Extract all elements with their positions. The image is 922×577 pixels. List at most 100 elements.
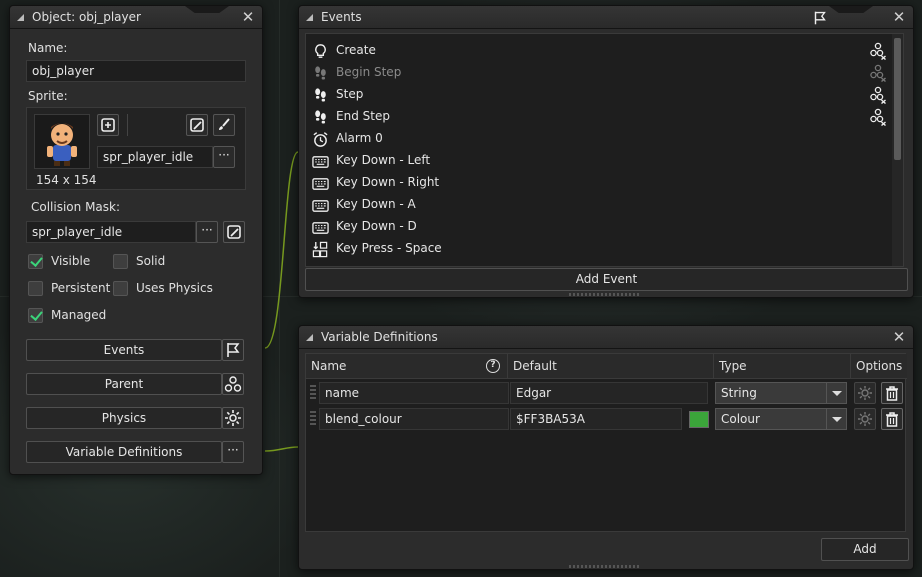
physics-settings-button[interactable] xyxy=(222,407,244,429)
event-item[interactable]: Key Press - Space xyxy=(306,238,889,260)
key-press-icon xyxy=(312,241,329,258)
footsteps-icon xyxy=(312,109,329,126)
edit-image-icon xyxy=(227,225,241,239)
variables-table: Name ? Default Type Options name Edgar S… xyxy=(305,353,907,532)
divider xyxy=(127,114,128,136)
managed-label: Managed xyxy=(51,308,107,322)
event-label: Key Down - D xyxy=(336,219,417,233)
close-icon[interactable]: ✕ xyxy=(241,9,255,25)
inherit-event-icon[interactable] xyxy=(869,86,887,105)
event-item[interactable]: Step xyxy=(306,84,889,106)
events-list[interactable]: Create Begin Step Step End Step Alarm 0 Key D… xyxy=(305,33,904,267)
event-label: Key Press - Space xyxy=(336,241,442,255)
gear-icon xyxy=(858,412,872,426)
event-item[interactable]: Key Down - A xyxy=(306,194,889,216)
events-button[interactable]: Events xyxy=(26,339,222,361)
variable-type-value: String xyxy=(721,386,757,400)
events-scrollbar[interactable] xyxy=(892,34,903,266)
close-icon[interactable]: ✕ xyxy=(892,329,906,345)
variable-definitions-panel: Variable Definitions ✕ Name ? Default Ty… xyxy=(298,325,914,570)
edit-collision-mask-button[interactable] xyxy=(223,221,245,243)
event-label: Key Down - Left xyxy=(336,153,431,167)
collapse-icon[interactable] xyxy=(17,14,24,21)
name-label: Name: xyxy=(28,41,68,55)
flag-icon xyxy=(227,343,240,357)
new-sprite-button[interactable] xyxy=(97,114,119,136)
add-variable-button[interactable]: Add xyxy=(821,538,909,561)
column-header-options: Options xyxy=(851,354,907,379)
drag-handle-icon[interactable] xyxy=(310,411,316,425)
variable-default-field[interactable]: $FF3BA53A xyxy=(510,408,682,430)
footsteps-icon xyxy=(312,65,329,82)
variable-type-dropdown[interactable]: String xyxy=(715,382,847,404)
close-icon[interactable]: ✕ xyxy=(892,9,906,25)
delete-variable-button[interactable] xyxy=(881,408,903,430)
flag-icon[interactable] xyxy=(811,9,829,27)
event-item[interactable]: Key Down - D xyxy=(306,216,889,238)
inherit-event-icon[interactable] xyxy=(869,108,887,127)
parent-tree-button[interactable] xyxy=(222,373,244,395)
variable-definitions-menu-button[interactable]: ··· xyxy=(222,441,244,463)
new-sprite-icon xyxy=(101,118,115,132)
managed-checkbox[interactable] xyxy=(28,308,43,323)
event-item[interactable]: Begin Step xyxy=(306,62,889,84)
solid-checkbox[interactable] xyxy=(113,254,128,269)
event-item[interactable]: End Step xyxy=(306,106,889,128)
paint-sprite-button[interactable] xyxy=(213,114,235,136)
help-icon[interactable]: ? xyxy=(486,359,500,373)
chevron-down-icon[interactable] xyxy=(826,409,846,429)
edit-sprite-button[interactable] xyxy=(186,114,208,136)
visible-checkbox[interactable] xyxy=(28,254,43,269)
inherit-event-icon[interactable] xyxy=(869,42,887,61)
drag-handle-icon[interactable] xyxy=(310,385,316,399)
column-header-default: Default xyxy=(508,354,714,379)
parent-button[interactable]: Parent xyxy=(26,373,222,395)
physics-button[interactable]: Physics xyxy=(26,407,222,429)
sprite-name-field[interactable]: spr_player_idle xyxy=(97,146,213,168)
collision-mask-menu-button[interactable]: ··· xyxy=(196,221,218,243)
event-item[interactable]: Key Down - Left xyxy=(306,150,889,172)
event-label: Step xyxy=(336,87,364,101)
event-item[interactable]: Create xyxy=(306,40,889,62)
keyboard-icon xyxy=(312,175,329,192)
uses-physics-label: Uses Physics xyxy=(136,281,213,295)
variable-definitions-button[interactable]: Variable Definitions xyxy=(26,441,222,463)
variable-options-button[interactable] xyxy=(854,382,876,404)
variable-name-field[interactable]: name xyxy=(319,382,509,404)
variable-type-dropdown[interactable]: Colour xyxy=(715,408,847,430)
uses-physics-checkbox[interactable] xyxy=(113,281,128,296)
resize-grip[interactable] xyxy=(569,293,639,296)
events-flag-button[interactable] xyxy=(222,339,244,361)
event-label: Key Down - A xyxy=(336,197,416,211)
collapse-icon[interactable] xyxy=(306,14,313,21)
hierarchy-icon xyxy=(224,376,242,392)
resize-grip[interactable] xyxy=(569,565,639,568)
solid-label: Solid xyxy=(136,254,166,268)
edit-image-icon xyxy=(190,118,204,132)
footsteps-icon xyxy=(312,87,329,104)
persistent-checkbox[interactable] xyxy=(28,281,43,296)
events-panel-titlebar[interactable]: Events ✕ xyxy=(299,6,913,29)
sprite-menu-button[interactable]: ··· xyxy=(213,146,235,168)
variable-name-field[interactable]: blend_colour xyxy=(319,408,509,430)
collapse-icon[interactable] xyxy=(306,334,313,341)
keyboard-icon xyxy=(312,197,329,214)
lightbulb-icon xyxy=(312,43,329,60)
delete-variable-button[interactable] xyxy=(881,382,903,404)
variables-panel-titlebar[interactable]: Variable Definitions ✕ xyxy=(299,326,913,349)
add-event-button[interactable]: Add Event xyxy=(305,268,908,291)
inherit-event-icon[interactable] xyxy=(869,64,887,83)
colour-swatch[interactable] xyxy=(689,411,709,428)
trash-icon xyxy=(886,412,898,427)
chevron-down-icon[interactable] xyxy=(826,383,846,403)
sprite-preview[interactable] xyxy=(34,114,90,169)
object-panel-title: Object: obj_player xyxy=(32,10,141,24)
variable-default-field[interactable]: Edgar xyxy=(510,382,708,404)
sprite-size-label: 154 x 154 xyxy=(36,173,97,187)
object-name-input[interactable]: obj_player xyxy=(26,60,246,82)
scrollbar-thumb[interactable] xyxy=(894,38,901,160)
variable-options-button[interactable] xyxy=(854,408,876,430)
event-item[interactable]: Alarm 0 xyxy=(306,128,889,150)
collision-mask-field[interactable]: spr_player_idle xyxy=(26,221,196,243)
event-item[interactable]: Key Down - Right xyxy=(306,172,889,194)
